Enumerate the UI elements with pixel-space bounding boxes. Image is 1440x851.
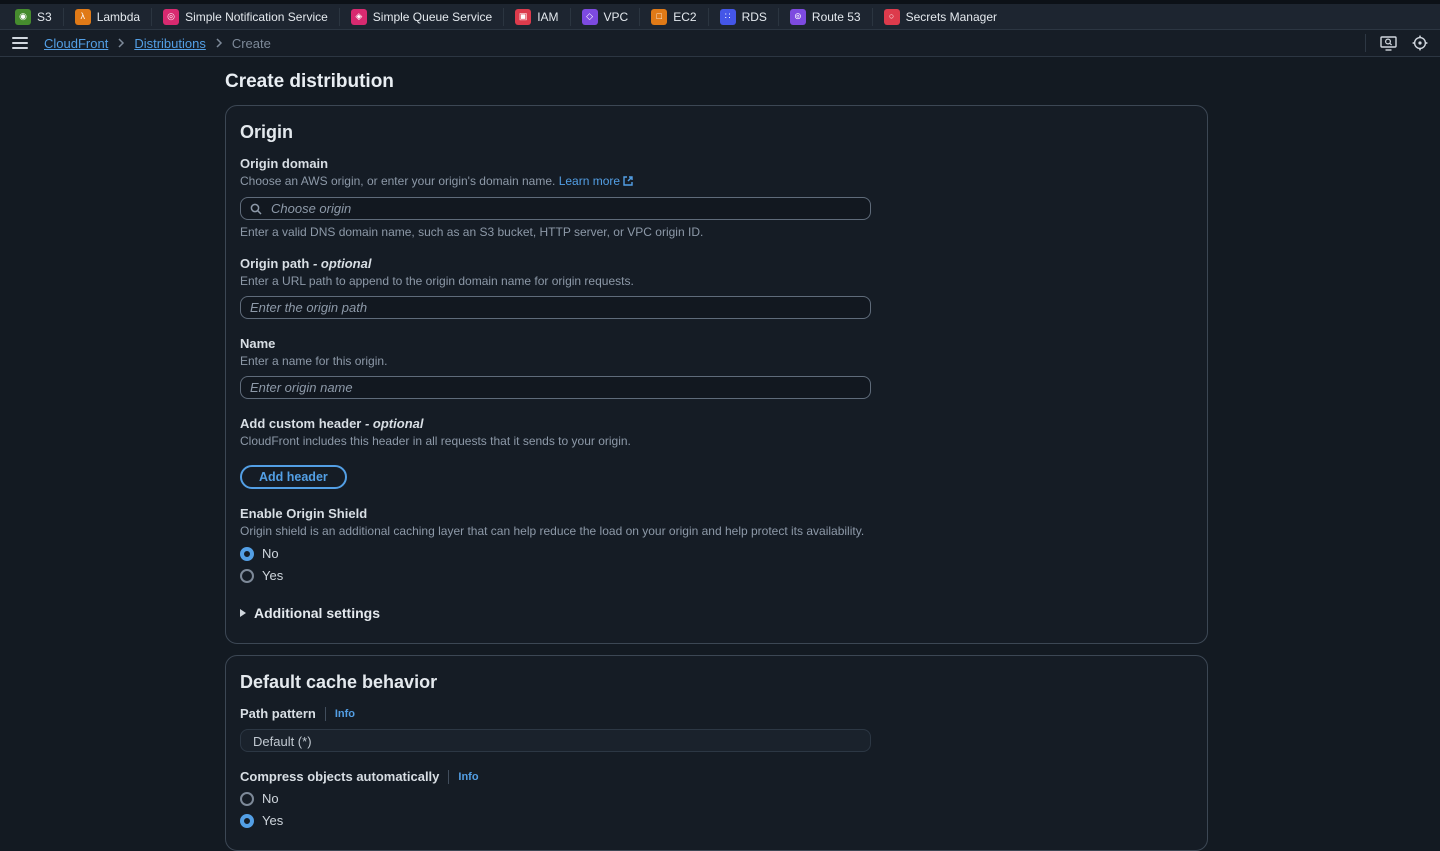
origin-path-field: Origin path - optional Enter a URL path … [240, 256, 1193, 319]
origin-shield-description: Origin shield is an additional caching l… [240, 524, 1193, 539]
favorites-bar: ◉ S3 λ Lambda ◎ Simple Notification Serv… [0, 4, 1440, 30]
origin-domain-description: Choose an AWS origin, or enter your orig… [240, 174, 555, 188]
favorite-label: Lambda [97, 10, 140, 24]
radio-label: No [262, 791, 279, 806]
custom-header-description: CloudFront includes this header in all r… [240, 434, 1193, 449]
origin-domain-label: Origin domain [240, 156, 1193, 171]
favorite-label: Simple Queue Service [373, 10, 492, 24]
radio-label: Yes [262, 813, 283, 828]
radio-label: No [262, 546, 279, 561]
favorite-route53[interactable]: ⊚ Route 53 [778, 8, 872, 26]
page-title: Create distribution [225, 70, 1208, 94]
optional-suffix: - optional [313, 256, 372, 271]
favorite-label: RDS [742, 10, 767, 24]
origin-shield-option-yes[interactable]: Yes [240, 568, 1193, 583]
breadcrumb-bar: CloudFront Distributions Create [0, 30, 1440, 57]
secrets-manager-icon: ○ [884, 9, 900, 25]
favorite-rds[interactable]: ∷ RDS [708, 8, 778, 26]
favorite-sns[interactable]: ◎ Simple Notification Service [151, 8, 339, 26]
compress-option-no[interactable]: No [240, 791, 1193, 806]
learn-more-link[interactable]: Learn more [559, 174, 620, 188]
favorite-label: EC2 [673, 10, 696, 24]
favorite-label: IAM [537, 10, 558, 24]
breadcrumb-distributions[interactable]: Distributions [134, 36, 206, 51]
favorite-label: Route 53 [812, 10, 861, 24]
compress-field: Compress objects automatically Info No Y… [240, 769, 1193, 828]
origin-name-description: Enter a name for this origin. [240, 354, 1193, 369]
compress-info-link[interactable]: Info [458, 771, 478, 783]
favorite-s3[interactable]: ◉ S3 [4, 8, 63, 26]
favorite-ec2[interactable]: □ EC2 [639, 8, 707, 26]
chevron-right-icon [215, 37, 223, 49]
triangle-right-icon [240, 609, 246, 617]
origin-domain-constraint: Enter a valid DNS domain name, such as a… [240, 225, 1193, 239]
sqs-icon: ◈ [351, 9, 367, 25]
hamburger-menu-icon[interactable] [12, 37, 28, 49]
radio-icon [240, 814, 254, 828]
origin-name-label: Name [240, 336, 1193, 351]
radio-icon [240, 792, 254, 806]
origin-domain-input-wrap [240, 197, 871, 220]
compress-label: Compress objects automatically [240, 769, 439, 784]
additional-settings-label: Additional settings [254, 605, 380, 621]
favorite-label: Simple Notification Service [185, 10, 328, 24]
favorite-lambda[interactable]: λ Lambda [63, 8, 151, 26]
custom-header-field: Add custom header - optional CloudFront … [240, 416, 1193, 489]
origin-name-field: Name Enter a name for this origin. [240, 336, 1193, 399]
rds-icon: ∷ [720, 9, 736, 25]
origin-path-description: Enter a URL path to append to the origin… [240, 274, 1193, 289]
custom-header-label: Add custom header [240, 416, 361, 431]
lambda-icon: λ [75, 9, 91, 25]
favorite-sqs[interactable]: ◈ Simple Queue Service [339, 8, 503, 26]
iam-icon: ▣ [515, 9, 531, 25]
main-content: Create distribution Origin Origin domain… [225, 70, 1208, 851]
radio-label: Yes [262, 568, 283, 583]
search-icon [250, 203, 262, 215]
breadcrumb-create: Create [232, 36, 271, 51]
favorite-label: S3 [37, 10, 52, 24]
additional-settings-expander[interactable]: Additional settings [240, 605, 1193, 621]
cache-behavior-title: Default cache behavior [240, 672, 1193, 693]
favorite-iam[interactable]: ▣ IAM [503, 8, 569, 26]
origin-shield-label: Enable Origin Shield [240, 506, 1193, 521]
origin-section: Origin Origin domain Choose an AWS origi… [225, 105, 1208, 644]
favorite-secrets-manager[interactable]: ○ Secrets Manager [872, 8, 1008, 26]
external-link-icon [623, 175, 633, 190]
favorite-label: VPC [604, 10, 629, 24]
origin-name-input[interactable] [240, 376, 871, 399]
sns-icon: ◎ [163, 9, 179, 25]
vpc-icon: ◇ [582, 9, 598, 25]
label-divider [448, 770, 449, 784]
route53-icon: ⊚ [790, 9, 806, 25]
favorite-label: Secrets Manager [906, 10, 997, 24]
radio-icon [240, 547, 254, 561]
screen-search-icon[interactable] [1380, 35, 1397, 52]
breadcrumb-cloudfront[interactable]: CloudFront [44, 36, 108, 51]
origin-domain-input[interactable] [269, 200, 861, 217]
favorite-vpc[interactable]: ◇ VPC [570, 8, 640, 26]
optional-suffix: - optional [365, 416, 424, 431]
chevron-right-icon [117, 37, 125, 49]
origin-shield-field: Enable Origin Shield Origin shield is an… [240, 506, 1193, 583]
add-header-button[interactable]: Add header [240, 465, 347, 489]
origin-section-title: Origin [240, 122, 1193, 143]
path-pattern-field: Path pattern Info Default (*) [240, 706, 1193, 752]
origin-path-input[interactable] [240, 296, 871, 319]
nav-divider [1365, 34, 1366, 52]
breadcrumb: CloudFront Distributions Create [44, 36, 271, 51]
cache-behavior-section: Default cache behavior Path pattern Info… [225, 655, 1208, 851]
path-pattern-value: Default (*) [240, 729, 871, 752]
path-pattern-info-link[interactable]: Info [335, 708, 355, 720]
radio-icon [240, 569, 254, 583]
s3-icon: ◉ [15, 9, 31, 25]
label-divider [325, 707, 326, 721]
path-pattern-label: Path pattern [240, 706, 316, 721]
gear-icon[interactable] [1411, 35, 1428, 52]
compress-option-yes[interactable]: Yes [240, 813, 1193, 828]
origin-path-label: Origin path [240, 256, 309, 271]
ec2-icon: □ [651, 9, 667, 25]
origin-domain-field: Origin domain Choose an AWS origin, or e… [240, 156, 1193, 239]
origin-shield-option-no[interactable]: No [240, 546, 1193, 561]
